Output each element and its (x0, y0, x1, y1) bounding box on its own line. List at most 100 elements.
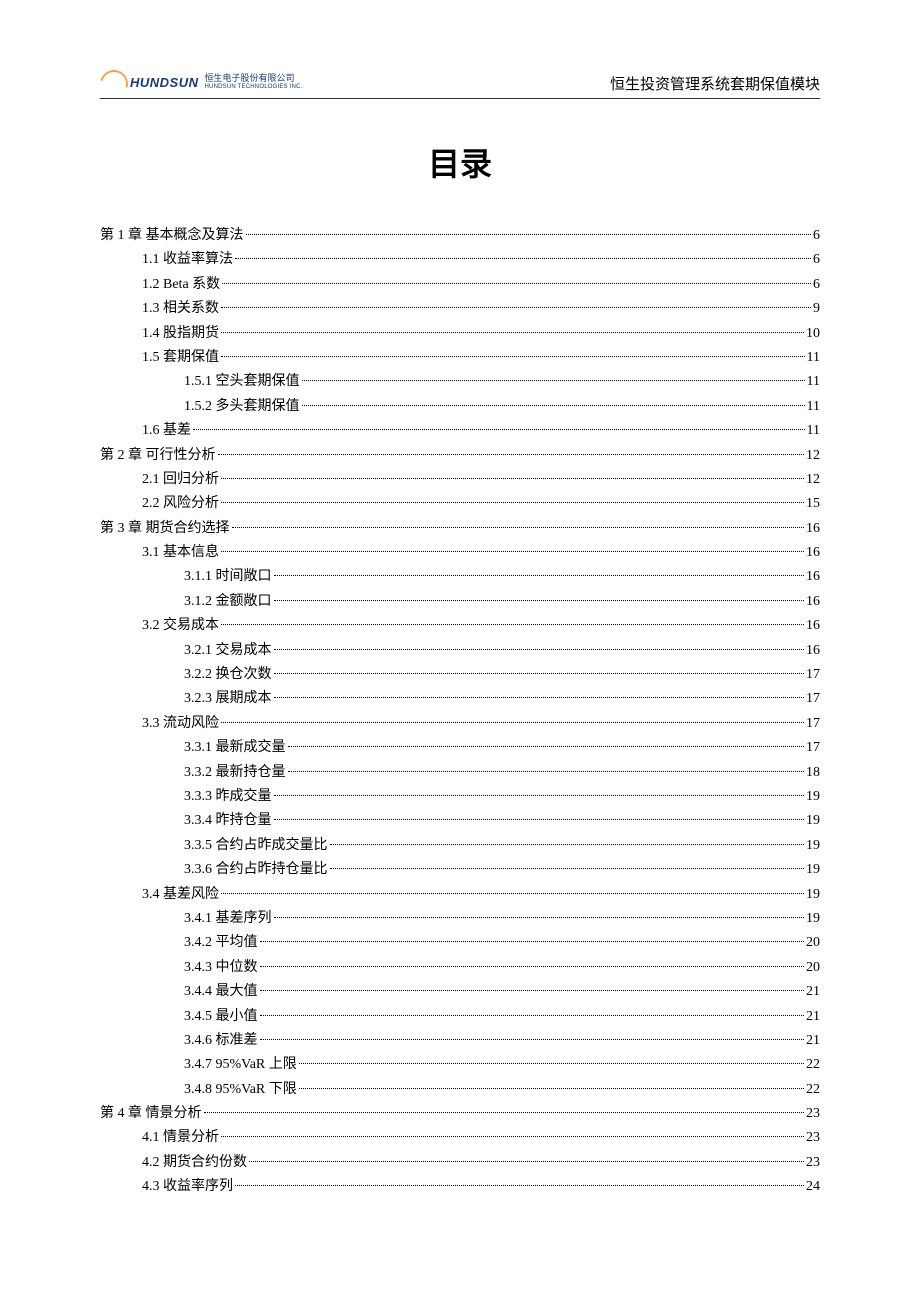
toc-page-number: 17 (806, 688, 820, 710)
toc-entry[interactable]: 3.3.4 昨持仓量19 (100, 810, 820, 832)
toc-entry[interactable]: 3.1.1 时间敞口16 (100, 566, 820, 588)
toc-entry[interactable]: 3.2.2 换仓次数17 (100, 664, 820, 686)
logo-swoosh-icon (100, 70, 124, 94)
toc-entry[interactable]: 3.3.6 合约占昨持仓量比 19 (100, 859, 820, 881)
toc-entry[interactable]: 第 2 章 可行性分析12 (100, 445, 820, 467)
toc-label: 2.2 风险分析 (142, 493, 219, 515)
toc-label: 3.3.6 合约占昨持仓量比 (184, 859, 328, 881)
toc-leader-dots (274, 795, 805, 796)
toc-entry[interactable]: 1.4 股指期货 10 (100, 323, 820, 345)
toc-leader-dots (288, 771, 805, 772)
toc-entry[interactable]: 第 4 章 情景分析23 (100, 1103, 820, 1125)
toc-leader-dots (302, 380, 805, 381)
toc-label: 3.3.4 昨持仓量 (184, 810, 272, 832)
doc-title: 恒生投资管理系统套期保值模块 (610, 73, 820, 94)
toc-page-number: 19 (806, 884, 820, 906)
toc-entry[interactable]: 3.1.2 金额敞口16 (100, 591, 820, 613)
toc-label: 3.4.4 最大值 (184, 981, 258, 1003)
toc-entry[interactable]: 3.3.2 最新持仓量18 (100, 762, 820, 784)
toc-entry[interactable]: 3.2.3 展期成本17 (100, 688, 820, 710)
toc-entry[interactable]: 3.3.5 合约占昨成交量比 19 (100, 835, 820, 857)
toc-label: 1.5.2 多头套期保值 (184, 396, 300, 418)
toc-entry[interactable]: 3.4 基差风险19 (100, 884, 820, 906)
toc-entry[interactable]: 3.3.1 最新成交量 17 (100, 737, 820, 759)
toc-entry[interactable]: 3.2 交易成本16 (100, 615, 820, 637)
toc-label: 3.3.5 合约占昨成交量比 (184, 835, 328, 857)
toc-label: 3.3.1 最新成交量 (184, 737, 286, 759)
toc-label: 第 1 章 基本概念及算法 (100, 225, 244, 247)
toc-label: 1.5 套期保值 (142, 347, 219, 369)
toc-leader-dots (221, 893, 804, 894)
toc-label: 3.2 交易成本 (142, 615, 219, 637)
toc-leader-dots (274, 917, 805, 918)
toc-entry[interactable]: 1.2 Beta 系数6 (100, 274, 820, 296)
toc-entry[interactable]: 3.3 流动风险17 (100, 713, 820, 735)
toc-leader-dots (221, 332, 804, 333)
toc-page-number: 21 (806, 1006, 820, 1028)
page-title: 目录 (100, 139, 820, 185)
toc-leader-dots (299, 1088, 804, 1089)
toc-page-number: 12 (806, 469, 820, 491)
toc-entry[interactable]: 2.1 回归分析12 (100, 469, 820, 491)
toc-page-number: 9 (813, 298, 820, 320)
toc-leader-dots (235, 1185, 804, 1186)
toc-entry[interactable]: 1.5.2 多头套期保值 11 (100, 396, 820, 418)
toc-entry[interactable]: 1.5.1 空头套期保值 11 (100, 371, 820, 393)
toc-label: 1.1 收益率算法 (142, 249, 233, 271)
toc-entry[interactable]: 1.6 基差11 (100, 420, 820, 442)
toc-leader-dots (235, 258, 811, 259)
toc-entry[interactable]: 4.3 收益率序列24 (100, 1176, 820, 1198)
toc-leader-dots (288, 746, 805, 747)
toc-entry[interactable]: 1.1 收益率算法 6 (100, 249, 820, 271)
toc-leader-dots (222, 283, 811, 284)
toc-entry[interactable]: 3.4.2 平均值20 (100, 932, 820, 954)
toc-label: 3.2.1 交易成本 (184, 640, 272, 662)
toc-leader-dots (260, 990, 805, 991)
toc-entry[interactable]: 3.4.7 95%VaR 上限22 (100, 1054, 820, 1076)
toc-page-number: 21 (806, 1030, 820, 1052)
toc-entry[interactable]: 第 3 章 期货合约选择16 (100, 518, 820, 540)
table-of-contents: 第 1 章 基本概念及算法61.1 收益率算法 6 1.2 Beta 系数61.3 … (100, 225, 820, 1199)
toc-page-number: 10 (806, 323, 820, 345)
toc-leader-dots (232, 527, 805, 528)
toc-page-number: 17 (806, 664, 820, 686)
toc-leader-dots (221, 356, 805, 357)
toc-page-number: 11 (807, 347, 820, 369)
toc-label: 3.3 流动风险 (142, 713, 219, 735)
toc-entry[interactable]: 3.4.3 中位数20 (100, 957, 820, 979)
toc-entry[interactable]: 3.1 基本信息16 (100, 542, 820, 564)
toc-page-number: 22 (806, 1054, 820, 1076)
toc-label: 4.2 期货合约份数 (142, 1152, 247, 1174)
toc-label: 1.5.1 空头套期保值 (184, 371, 300, 393)
toc-entry[interactable]: 4.1 情景分析23 (100, 1127, 820, 1149)
toc-entry[interactable]: 2.2 风险分析15 (100, 493, 820, 515)
toc-entry[interactable]: 3.4.1 基差序列19 (100, 908, 820, 930)
toc-page-number: 20 (806, 932, 820, 954)
toc-page-number: 19 (806, 859, 820, 881)
toc-entry[interactable]: 1.5 套期保值 11 (100, 347, 820, 369)
toc-leader-dots (221, 478, 804, 479)
toc-page-number: 19 (806, 835, 820, 857)
toc-entry[interactable]: 3.4.5 最小值21 (100, 1006, 820, 1028)
toc-page-number: 17 (806, 737, 820, 759)
toc-page-number: 11 (807, 396, 820, 418)
toc-label: 1.4 股指期货 (142, 323, 219, 345)
toc-label: 1.2 Beta 系数 (142, 274, 220, 296)
toc-page-number: 18 (806, 762, 820, 784)
toc-page-number: 21 (806, 981, 820, 1003)
toc-entry[interactable]: 3.4.8 95%VaR 下限22 (100, 1079, 820, 1101)
toc-leader-dots (274, 819, 805, 820)
toc-page-number: 6 (813, 249, 820, 271)
toc-entry[interactable]: 3.4.6 标准差21 (100, 1030, 820, 1052)
toc-entry[interactable]: 第 1 章 基本概念及算法6 (100, 225, 820, 247)
toc-entry[interactable]: 4.2 期货合约份数23 (100, 1152, 820, 1174)
toc-label: 第 4 章 情景分析 (100, 1103, 202, 1125)
toc-label: 3.3.3 昨成交量 (184, 786, 272, 808)
toc-leader-dots (221, 307, 811, 308)
toc-entry[interactable]: 3.3.3 昨成交量19 (100, 786, 820, 808)
toc-page-number: 11 (807, 371, 820, 393)
toc-page-number: 16 (806, 640, 820, 662)
toc-entry[interactable]: 3.2.1 交易成本 16 (100, 640, 820, 662)
toc-entry[interactable]: 3.4.4 最大值 21 (100, 981, 820, 1003)
toc-entry[interactable]: 1.3 相关系数9 (100, 298, 820, 320)
